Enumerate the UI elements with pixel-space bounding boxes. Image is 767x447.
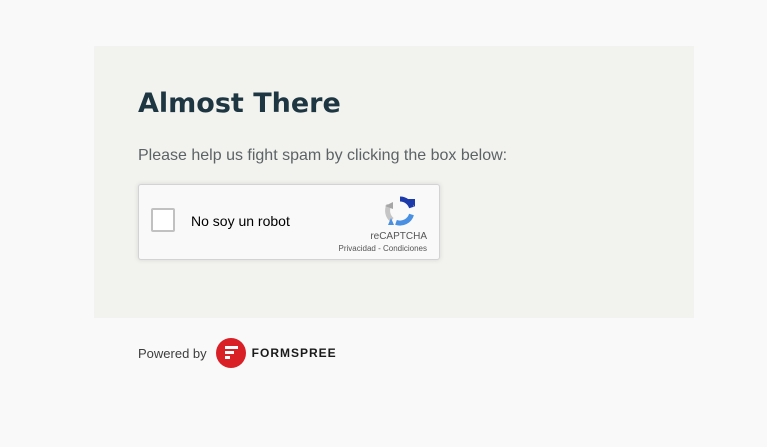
recaptcha-widget: No soy un robot reCAPTCHA Privacidad - C…	[138, 184, 440, 260]
links-separator: -	[375, 244, 383, 253]
recaptcha-links: Privacidad - Condiciones	[339, 244, 428, 253]
powered-by-text: Powered by	[138, 345, 207, 361]
page-title: Almost There	[138, 88, 341, 119]
recaptcha-brand-text: reCAPTCHA	[370, 231, 427, 242]
recaptcha-logo-icon	[385, 196, 415, 226]
recaptcha-checkbox-label: No soy un robot	[191, 213, 290, 229]
recaptcha-checkbox[interactable]	[151, 208, 175, 232]
powered-by-footer: Powered by FORMSPREE	[138, 337, 337, 369]
terms-link[interactable]: Condiciones	[383, 244, 427, 253]
spam-check-card: Almost There Please help us fight spam b…	[94, 46, 694, 318]
instruction-text: Please help us fight spam by clicking th…	[138, 147, 508, 164]
formspree-brand-name[interactable]: FORMSPREE	[252, 346, 337, 360]
privacy-link[interactable]: Privacidad	[339, 244, 376, 253]
formspree-logo-icon[interactable]	[215, 338, 246, 368]
